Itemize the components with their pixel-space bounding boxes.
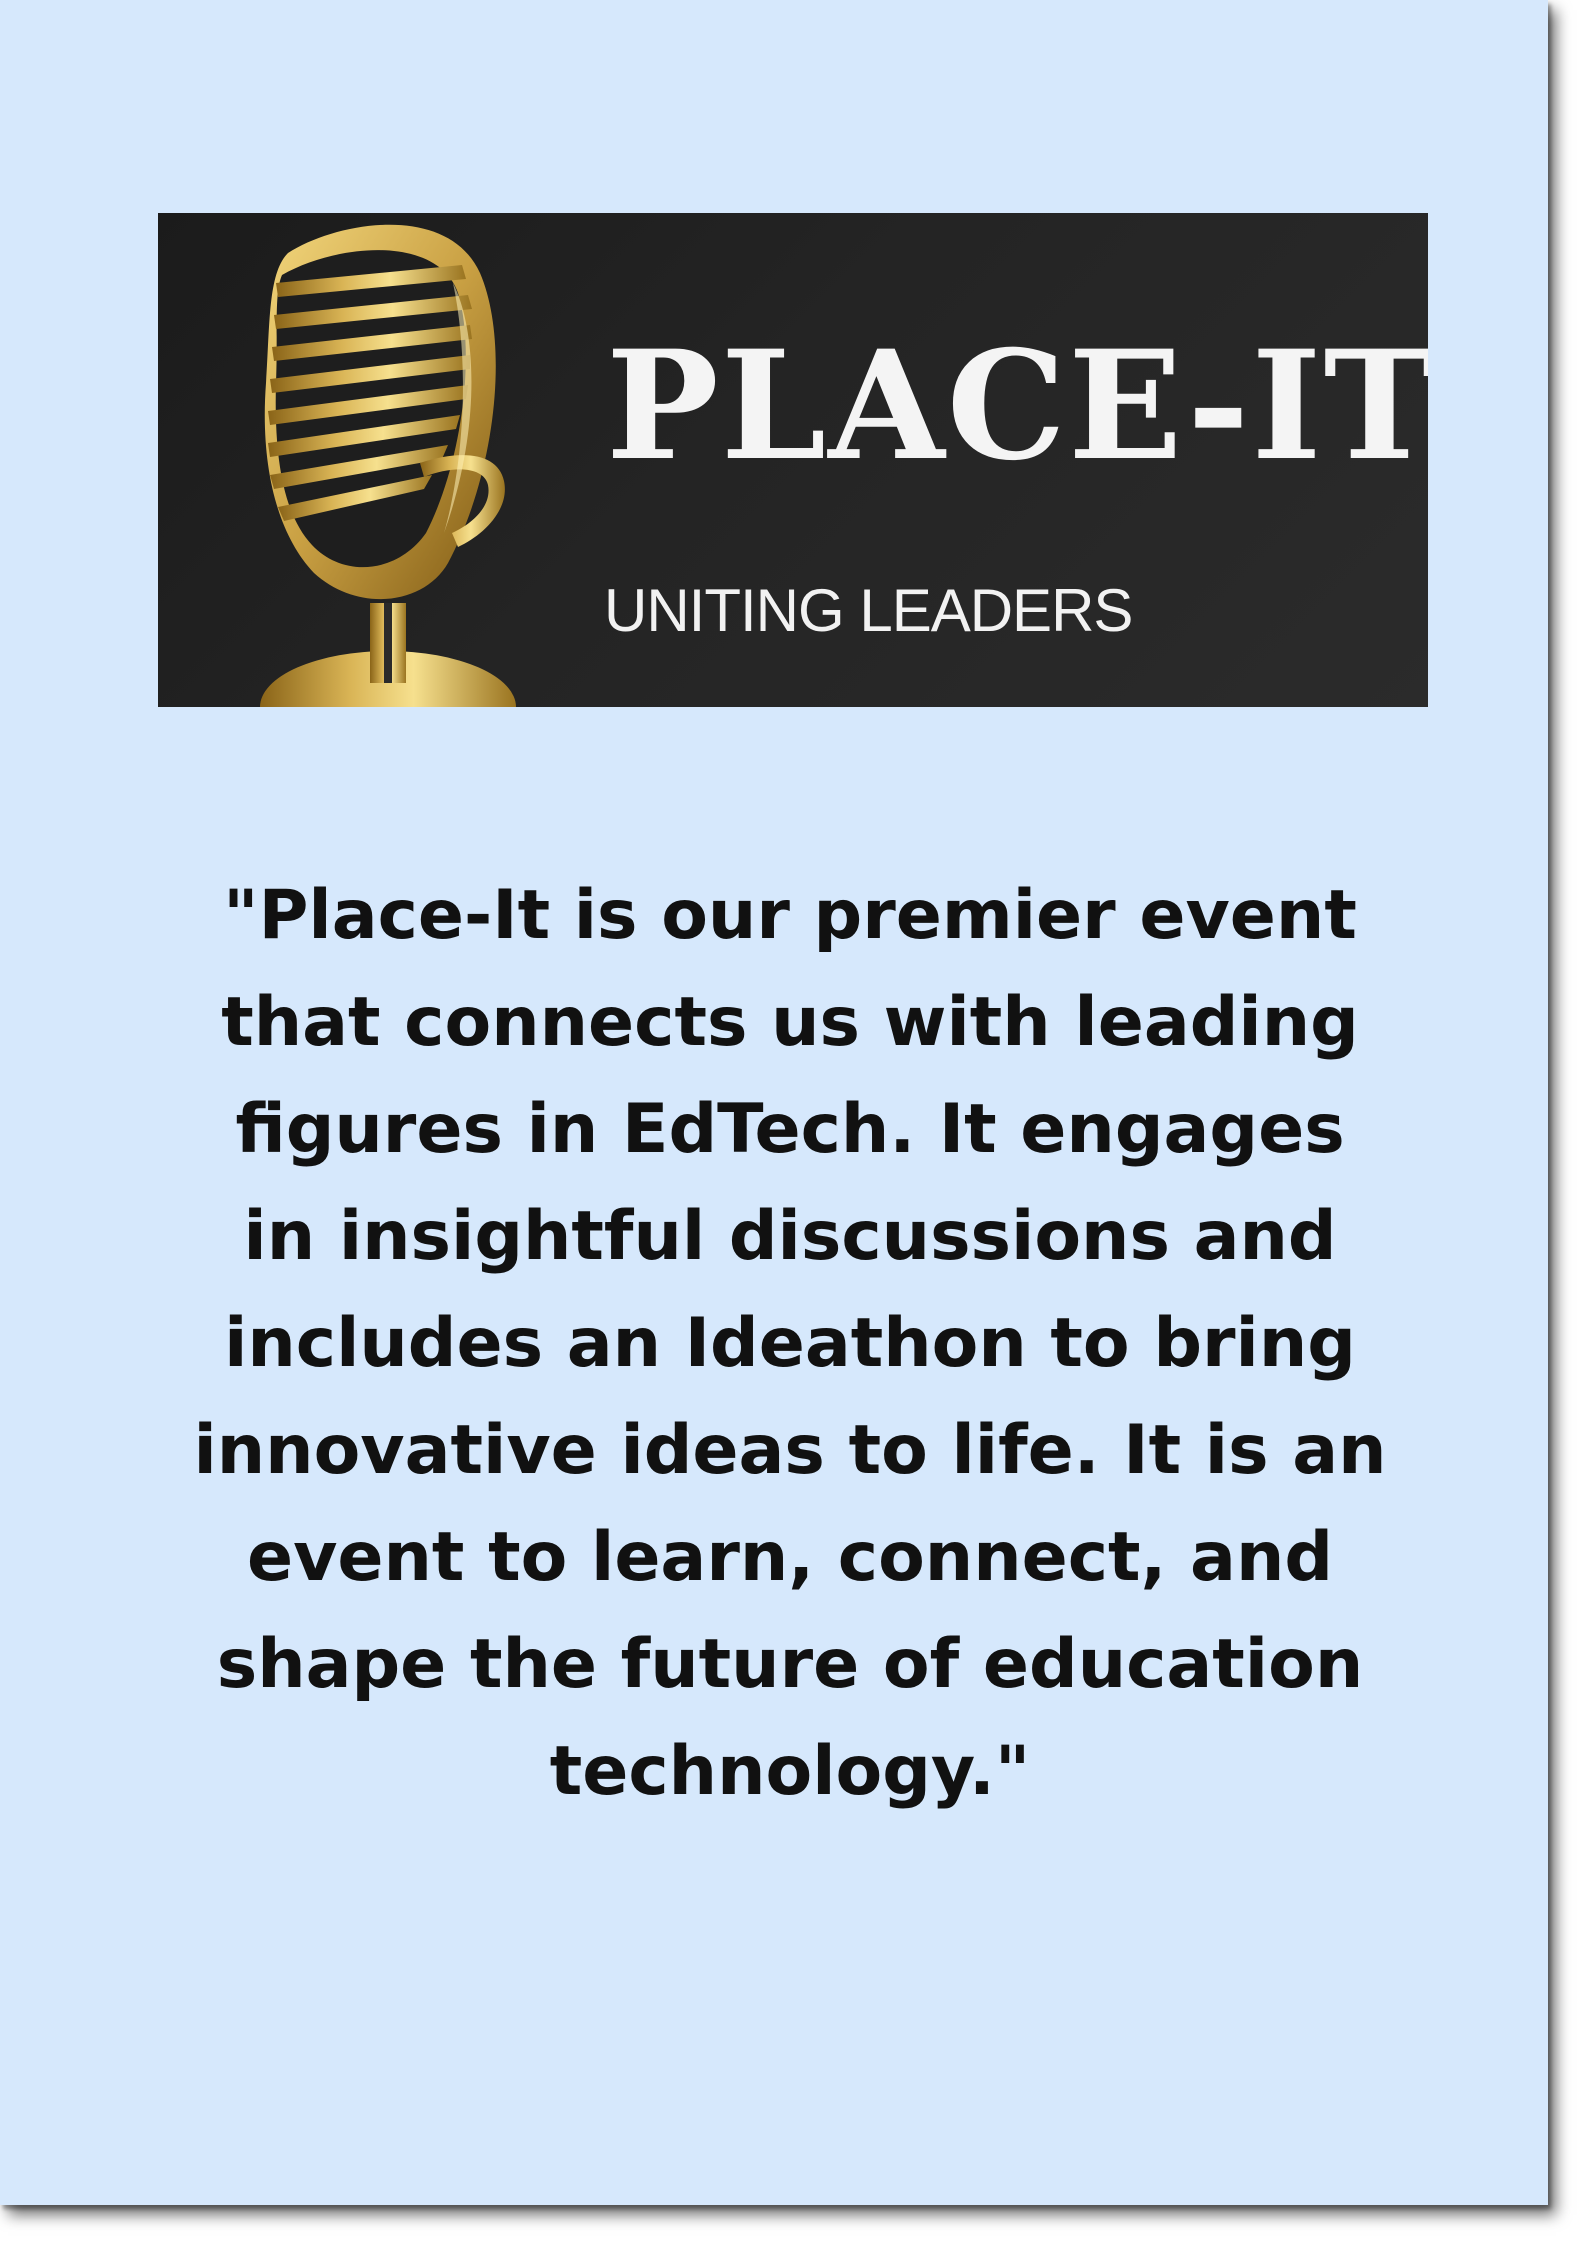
event-description-quote: "Place-It is our premier event that conn… bbox=[193, 876, 1387, 1811]
microphone-icon bbox=[260, 224, 516, 707]
logo-banner: PLACE-IT UNITING LEADERS bbox=[158, 213, 1428, 707]
poster-page: PLACE-IT UNITING LEADERS "Place-It is ou… bbox=[0, 0, 1548, 2205]
brand-tagline: UNITING LEADERS bbox=[604, 577, 1133, 644]
brand-name: PLACE-IT bbox=[606, 318, 1428, 494]
